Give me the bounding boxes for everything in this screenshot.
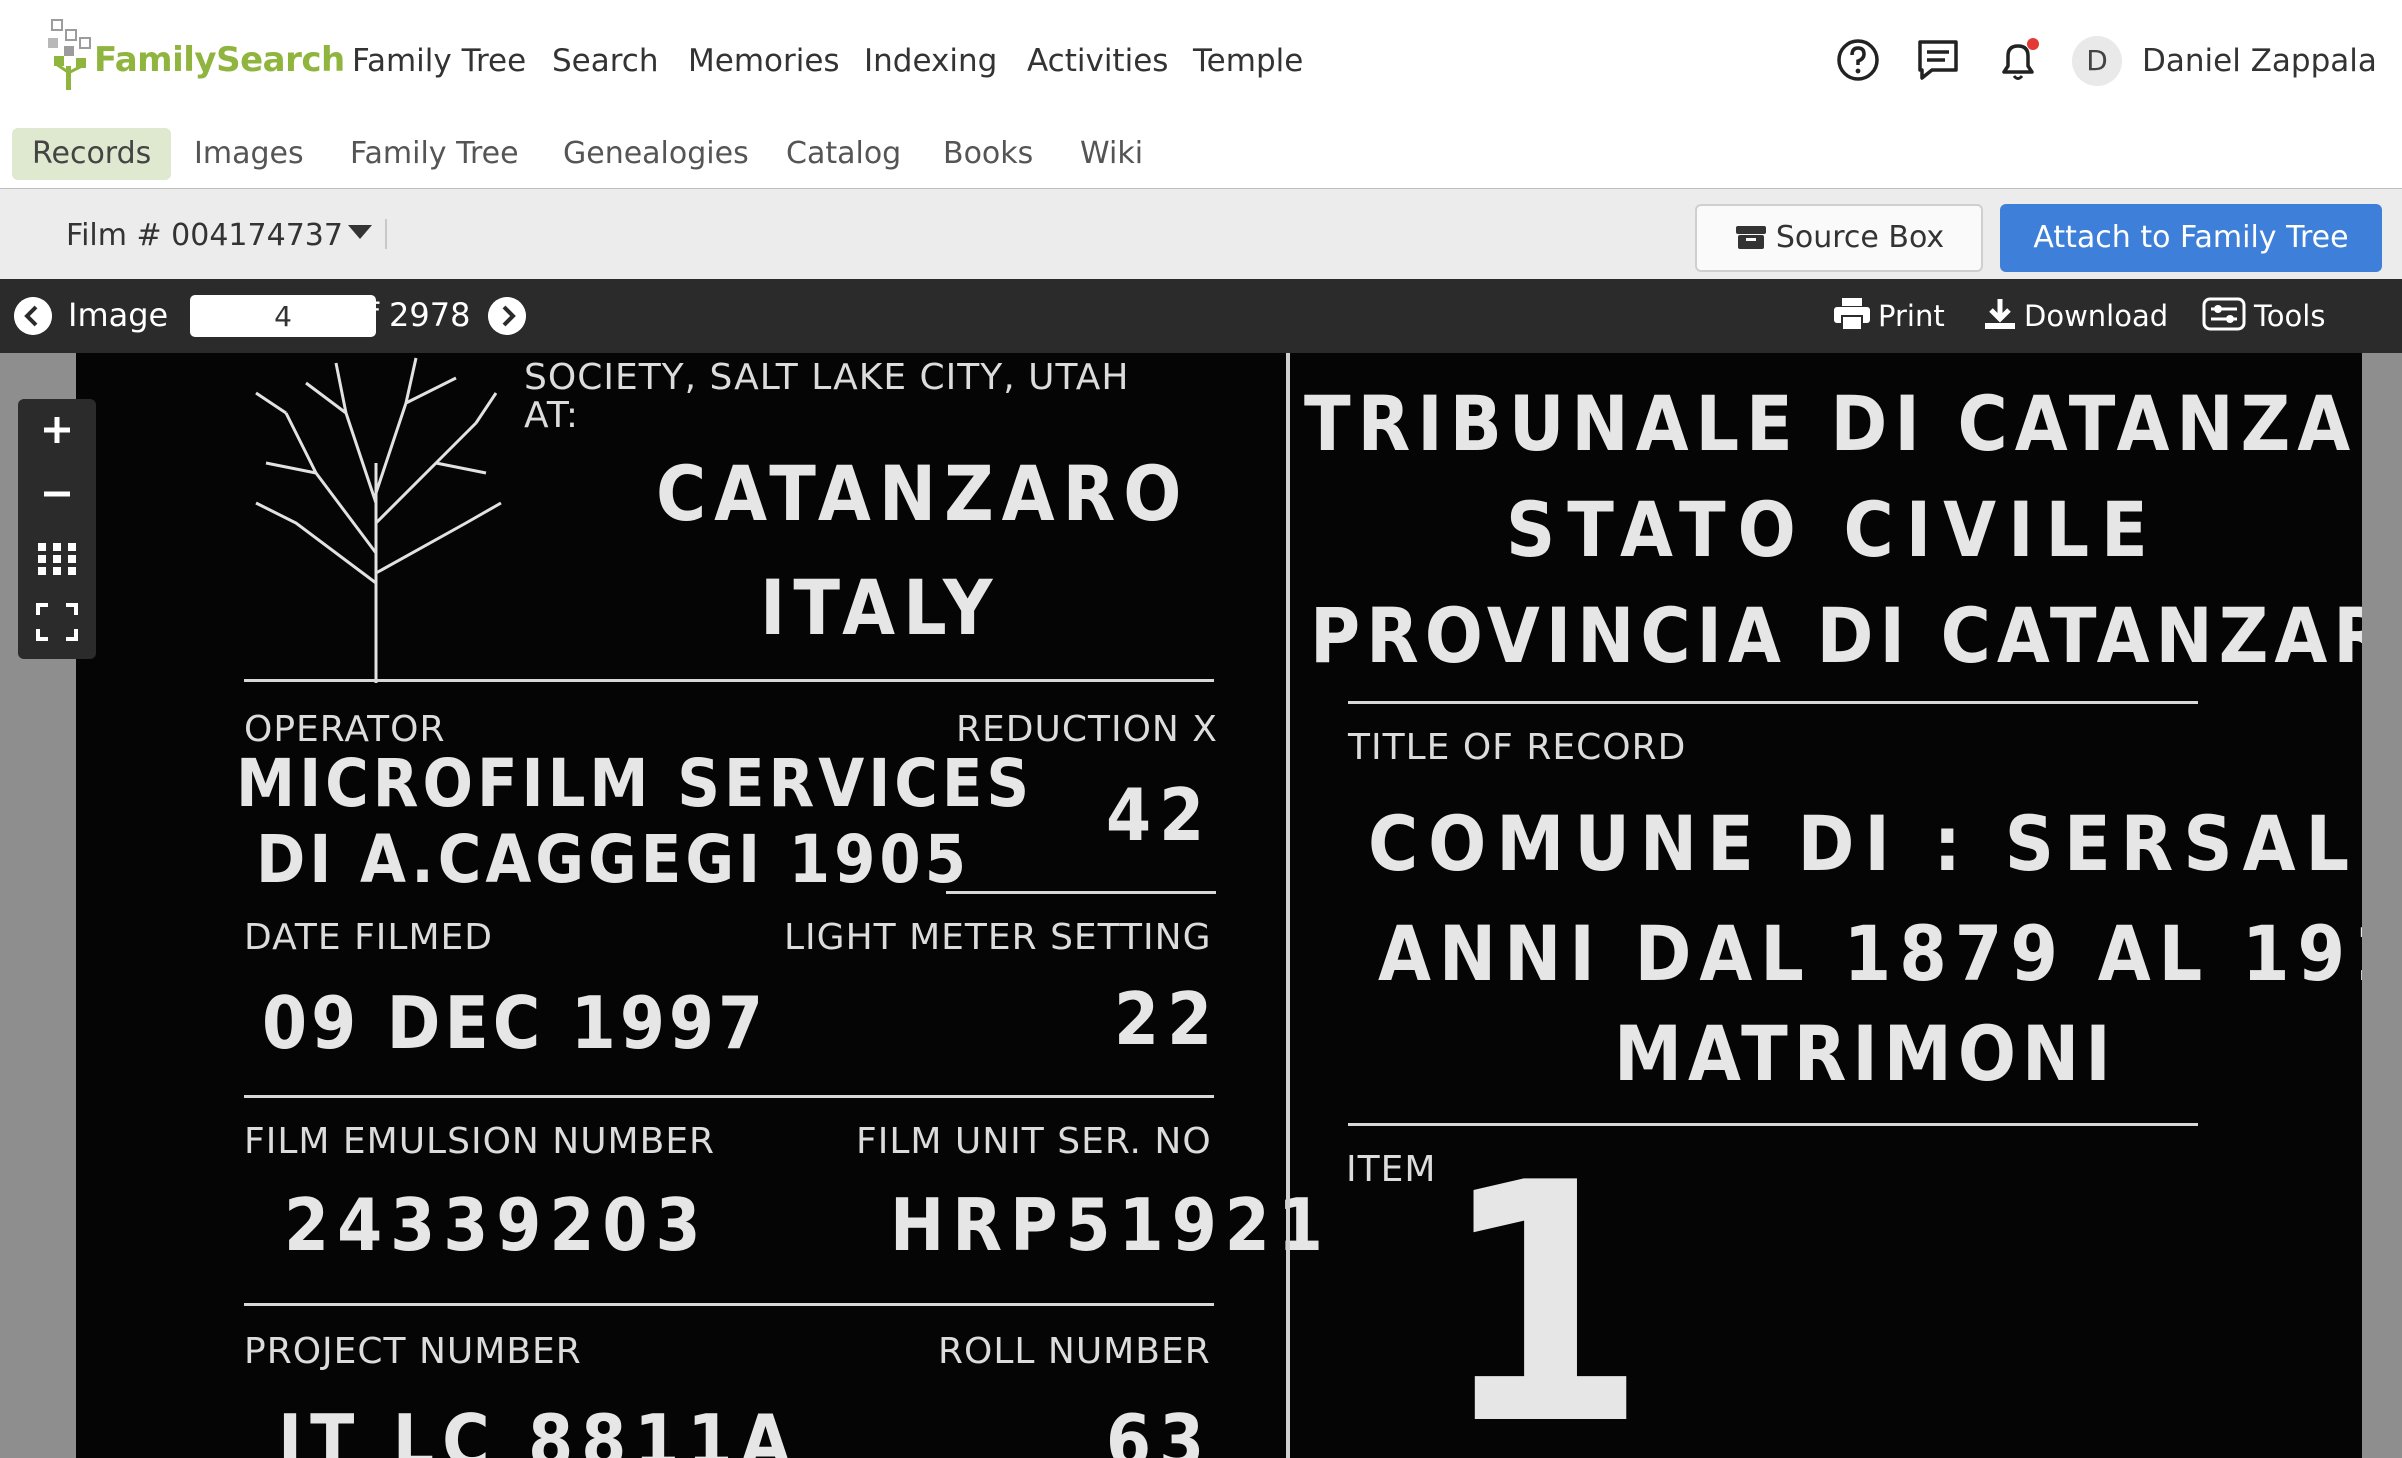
nav-family-tree[interactable]: Family Tree [352, 0, 526, 118]
print-label: Print [1878, 299, 1945, 333]
records-subnav: Records Images Family Tree Genealogies C… [0, 118, 2402, 191]
film-bar: Film # 004174737 Source Box Attach to Fa… [0, 189, 2402, 279]
nav-search[interactable]: Search [552, 0, 659, 118]
messages-icon[interactable] [1912, 34, 1964, 86]
item-label: ITEM [1346, 1149, 1437, 1190]
nav-indexing[interactable]: Indexing [864, 0, 997, 118]
at-label: AT: [524, 395, 579, 436]
place-catanzaro: CATANZARO [656, 449, 1190, 538]
tab-catalog[interactable]: Catalog [766, 128, 921, 180]
logo-word-family: Family [94, 40, 217, 80]
record-comune: COMUNE DI : SERSALE [1368, 799, 2362, 888]
tab-wiki[interactable]: Wiki [1060, 128, 1163, 180]
source-box-button[interactable]: Source Box [1695, 204, 1983, 272]
download-label: Download [2024, 299, 2169, 333]
right-title-provincia: PROVINCIA DI CATANZARO [1310, 591, 2362, 680]
place-italy: ITALY [760, 563, 1001, 652]
logo-word-search: Search [216, 40, 345, 80]
film-number[interactable]: Film # 004174737 [66, 189, 343, 279]
divider [946, 891, 1216, 894]
film-unit-value: HRP51921 [890, 1183, 1331, 1267]
gallery-grid-icon[interactable] [18, 527, 96, 589]
nav-temple[interactable]: Temple [1193, 0, 1303, 118]
roll-label: ROLL NUMBER [938, 1331, 1211, 1372]
printer-icon [1834, 298, 1870, 331]
source-box-label: Source Box [1775, 220, 1945, 255]
light-meter-label: LIGHT METER SETTING [784, 917, 1212, 958]
divider [1348, 701, 2198, 704]
tab-books[interactable]: Books [923, 128, 1053, 180]
tools-label: Tools [2254, 299, 2326, 333]
notifications-bell-icon[interactable] [1992, 34, 2044, 86]
record-anni: ANNI DAL 1879 AL 1910 [1378, 909, 2362, 998]
tab-images[interactable]: Images [174, 128, 324, 180]
divider [385, 219, 387, 249]
download-icon [1985, 299, 2015, 329]
title-of-record-label: TITLE OF RECORD [1348, 727, 1687, 768]
nav-activities[interactable]: Activities [1027, 0, 1168, 118]
card-divider [1286, 353, 1290, 1458]
roll-value: 63 [1106, 1399, 1213, 1458]
next-image-icon[interactable] [488, 297, 526, 335]
tree-seal-icon [255, 357, 502, 683]
divider [244, 1095, 1214, 1098]
nav-memories[interactable]: Memories [688, 0, 840, 118]
avatar[interactable]: D [2072, 36, 2122, 86]
download-button[interactable]: Download [1982, 279, 2168, 353]
tab-family-tree[interactable]: Family Tree [330, 128, 539, 180]
tools-button[interactable]: Tools [2202, 279, 2325, 353]
image-viewer[interactable]: SOCIETY, SALT LAKE CITY, UTAH AT: CATANZ… [0, 353, 2402, 1458]
film-unit-label: FILM UNIT SER. NO [856, 1121, 1212, 1162]
tree-logo-icon [48, 19, 91, 90]
zoom-controls [18, 399, 96, 659]
emulsion-label: FILM EMULSION NUMBER [244, 1121, 716, 1162]
fullscreen-icon[interactable] [18, 591, 96, 653]
emulsion-value: 24339203 [284, 1183, 709, 1267]
zoom-in-icon[interactable] [18, 399, 96, 461]
date-filmed-value: 09 DEC 1997 [262, 981, 768, 1065]
operator-label: OPERATOR [244, 709, 446, 750]
tools-sliders-icon [2202, 297, 2246, 331]
top-navigation-bar: FamilySearch Family Tree Search Memories… [0, 0, 2402, 120]
item-value: 1 [1440, 1113, 1647, 1458]
tab-records[interactable]: Records [12, 128, 172, 180]
right-title-tribunale: TRIBUNALE DI CATANZARO [1304, 379, 2362, 468]
attach-to-family-tree-button[interactable]: Attach to Family Tree [2000, 204, 2382, 272]
user-name[interactable]: Daniel Zappala [2142, 0, 2377, 118]
project-label: PROJECT NUMBER [244, 1331, 582, 1372]
print-button[interactable]: Print [1832, 279, 1945, 353]
divider [244, 1303, 1214, 1306]
right-title-stato-civile: STATO CIVILE [1506, 485, 2160, 574]
reduction-label: REDUCTION X [956, 709, 1218, 750]
record-matrimoni: MATRIMONI [1614, 1009, 2117, 1098]
tab-genealogies[interactable]: Genealogies [543, 128, 769, 180]
zoom-out-icon[interactable] [18, 463, 96, 525]
society-text: SOCIETY, SALT LAKE CITY, UTAH [524, 357, 1130, 398]
familysearch-logo[interactable]: FamilySearch [46, 16, 345, 92]
image-label: Image [68, 296, 169, 334]
divider [244, 679, 1214, 682]
image-total: of 2978 [348, 296, 471, 334]
operator-line2: DI A.CAGGEGI 1905 [256, 821, 971, 898]
help-icon[interactable] [1832, 34, 1884, 86]
operator-line1: MICROFILM SERVICES [236, 745, 1034, 822]
previous-image-icon[interactable] [14, 297, 52, 335]
light-meter-value: 22 [1114, 977, 1221, 1061]
image-toolbar: Image of 2978 Print Download Tools [0, 279, 2402, 353]
microfilm-image[interactable]: SOCIETY, SALT LAKE CITY, UTAH AT: CATANZ… [76, 353, 2362, 1458]
reduction-value: 42 [1106, 773, 1213, 857]
archive-box-icon [1735, 226, 1766, 249]
project-value: IT LC 8811A [278, 1399, 799, 1458]
date-filmed-label: DATE FILMED [244, 917, 494, 958]
chevron-down-icon[interactable] [348, 225, 372, 239]
